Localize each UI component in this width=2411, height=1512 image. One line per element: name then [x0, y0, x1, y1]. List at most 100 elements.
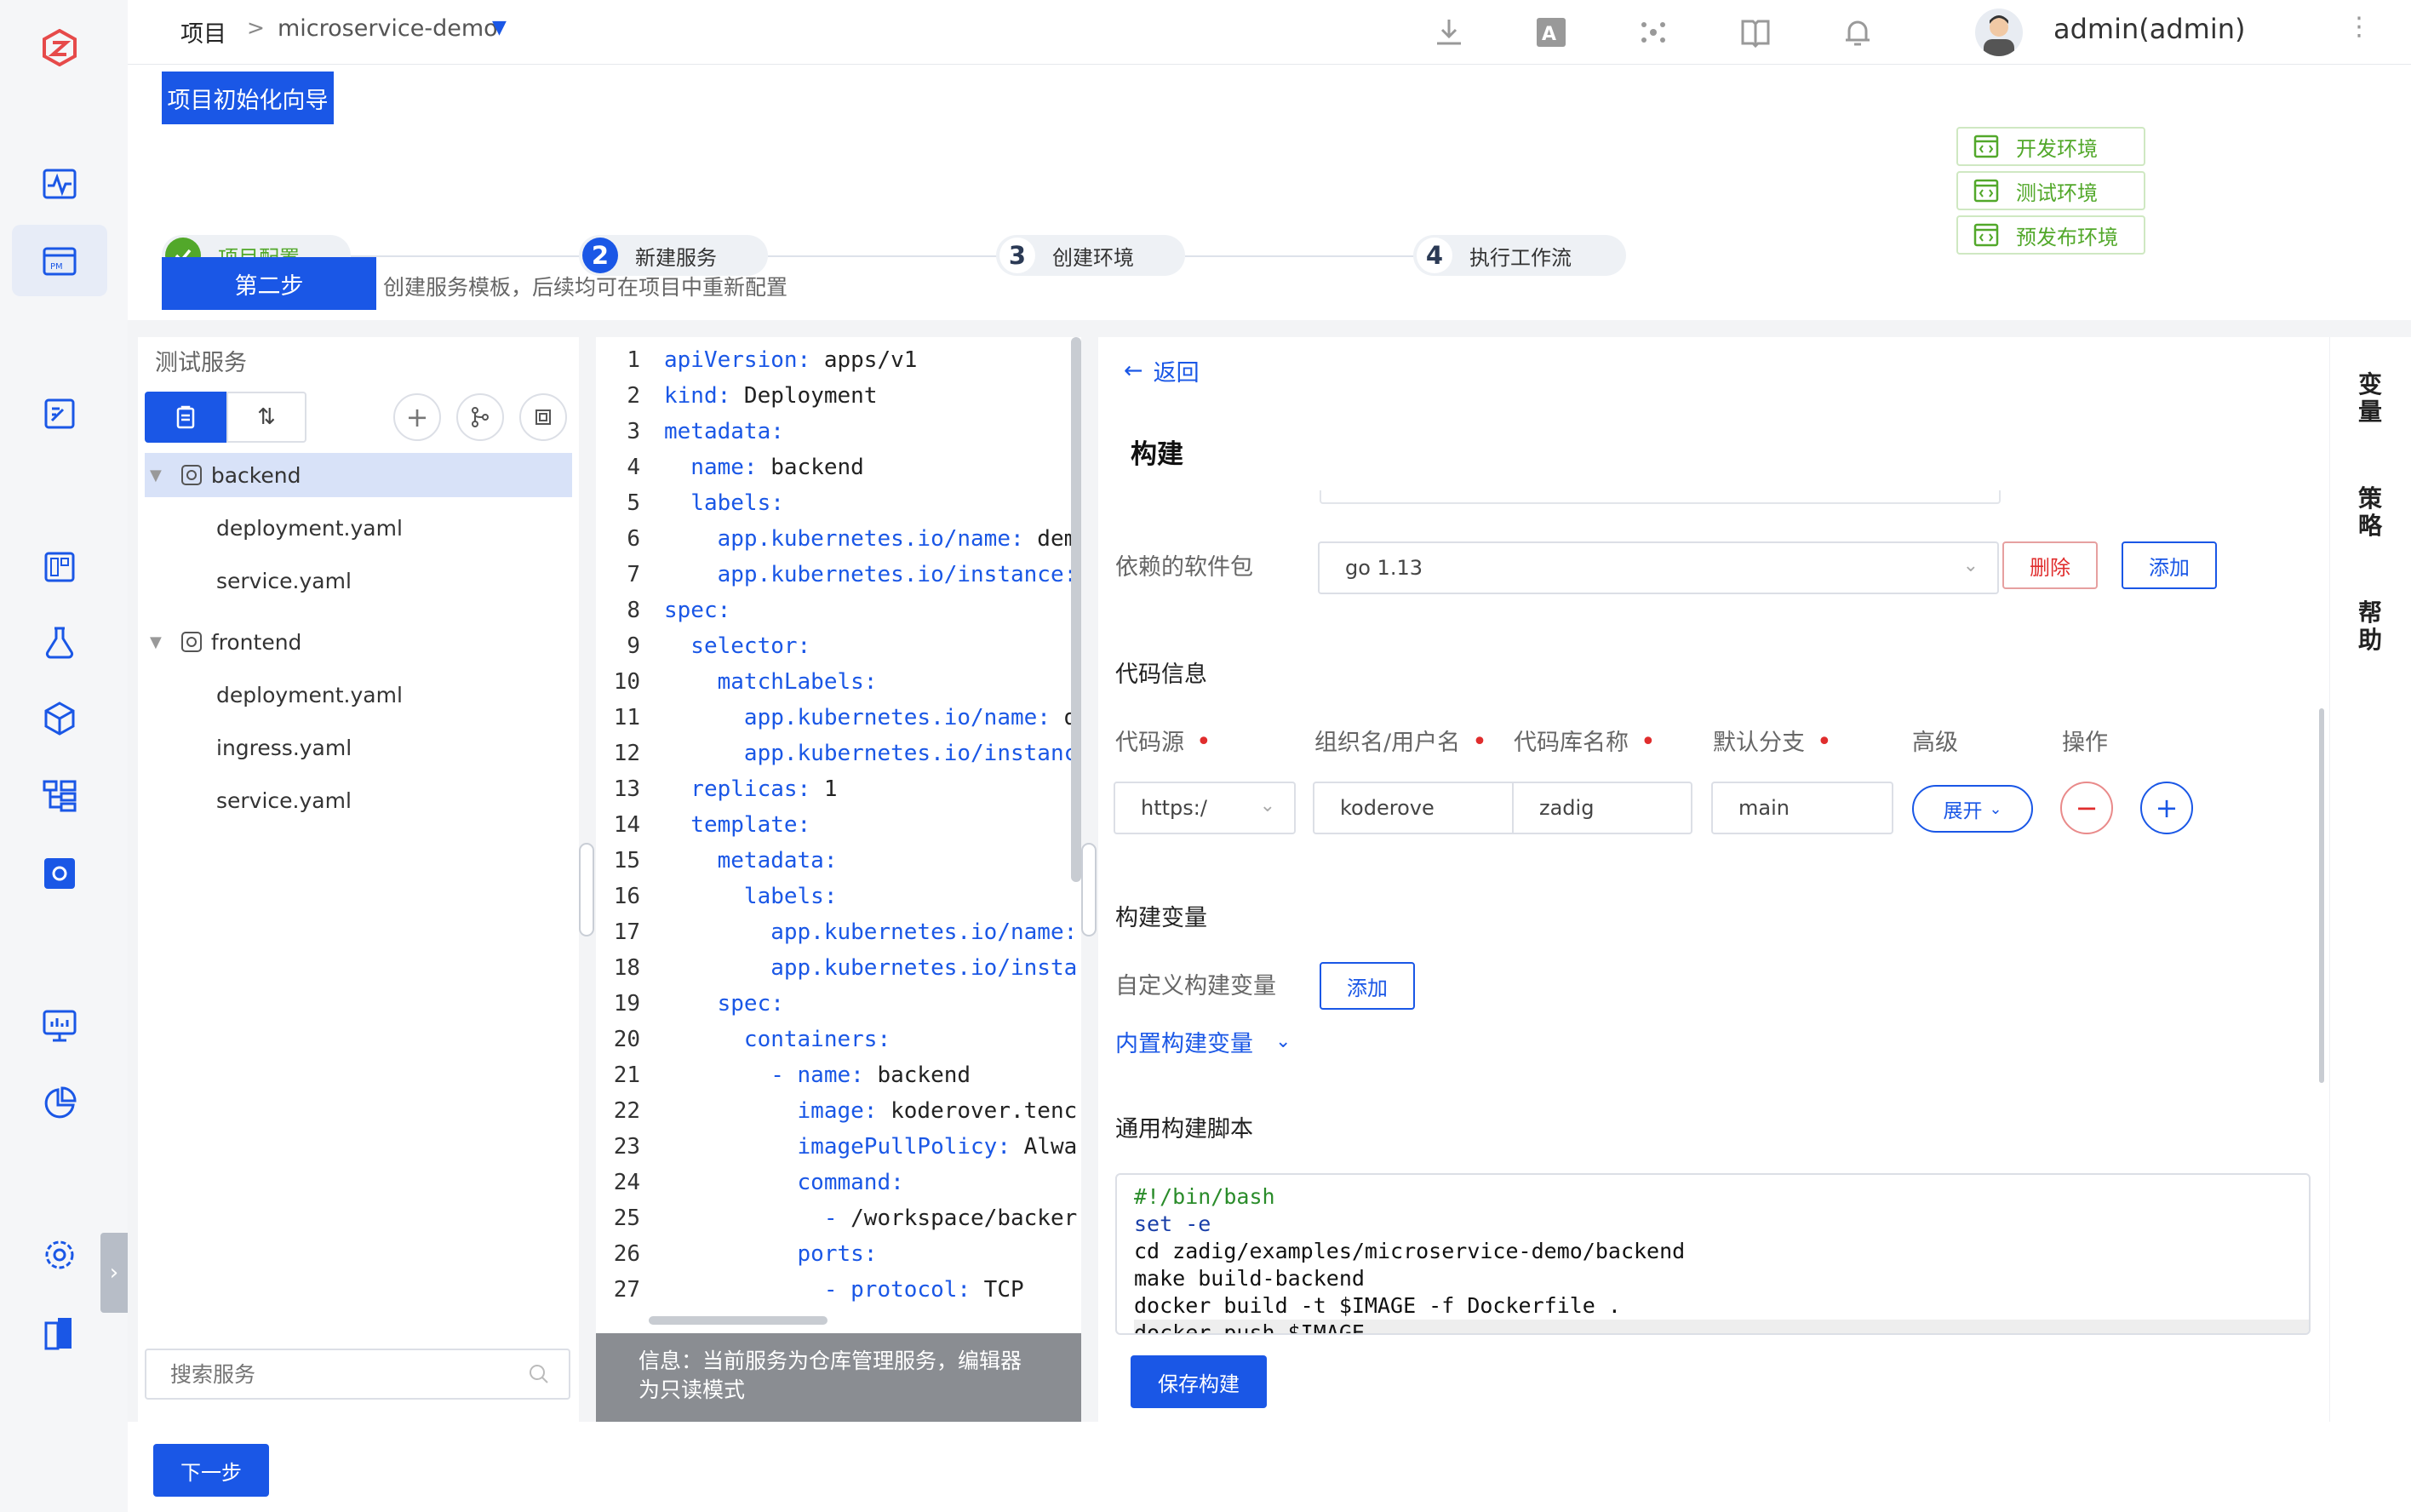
tree-label: backend [210, 462, 301, 488]
add-service-button[interactable]: + [393, 393, 441, 441]
code-source-select[interactable]: https:/ ⌄ [1114, 782, 1296, 834]
env-staging-button[interactable]: 预发布环境 [1956, 215, 2145, 255]
editor-vertical-scrollbar[interactable] [1071, 337, 1081, 882]
settings-box-icon[interactable] [32, 846, 87, 901]
line-number: 24 [613, 1170, 640, 1195]
org-input[interactable]: koderove [1313, 782, 1514, 834]
builtin-vars-toggle[interactable]: 内置构建变量 ⌄ [1115, 1025, 1291, 1058]
save-build-button[interactable]: 保存构建 [1131, 1355, 1267, 1408]
build-script-editor[interactable]: #!/bin/bash set -e cd zadig/examples/mic… [1115, 1173, 2311, 1335]
more-vertical-icon[interactable]: ⋮ [2346, 12, 2372, 42]
test-flask-icon[interactable] [32, 615, 87, 669]
add-custom-var-button[interactable]: 添加 [1320, 962, 1415, 1010]
yaml-editor[interactable]: 1 apiVersion: apps/v1 2 kind: Deployment 3 me… [596, 337, 1081, 1422]
delete-dep-button[interactable]: 删除 [2002, 541, 2098, 589]
tab-list-view[interactable] [145, 392, 226, 443]
code-window-icon [1973, 223, 1999, 247]
chevron-down-icon[interactable]: ▼ [492, 17, 507, 38]
editor-horizontal-scrollbar[interactable] [649, 1316, 828, 1325]
step-create-env[interactable]: 3 创建环境 [996, 235, 1185, 276]
tree-row-file[interactable]: ingress.yaml [145, 725, 572, 770]
env-dev-button[interactable]: 开发环境 [1956, 127, 2145, 166]
breadcrumb-root[interactable]: 项目 [180, 15, 226, 49]
tab-help[interactable]: 帮助 [2356, 599, 2385, 654]
translate-icon[interactable]: A [1531, 12, 1572, 53]
git-branch-button[interactable] [456, 393, 504, 441]
tree-row-file[interactable]: service.yaml [145, 558, 572, 603]
line-number: 2 [627, 383, 640, 409]
enterprise-icon[interactable] [32, 1306, 87, 1360]
line-number: 16 [613, 884, 640, 909]
next-step-button[interactable]: 下一步 [153, 1444, 269, 1497]
zadig-logo-icon[interactable] [32, 20, 87, 75]
expand-advanced-button[interactable]: 展开 ⌄ [1912, 785, 2033, 833]
template-icon[interactable] [32, 387, 87, 441]
plus-icon: + [2155, 792, 2179, 824]
nav-expand-handle[interactable]: › [100, 1233, 128, 1313]
tab-sort[interactable]: ⇅ [226, 392, 306, 443]
yaml-key: app.kubernetes.io/instance: [664, 562, 1078, 587]
code-text: containers: [664, 1022, 891, 1057]
plugin-dots-icon[interactable] [1633, 12, 1674, 53]
tree-row-file[interactable]: deployment.yaml [145, 673, 572, 717]
search-input[interactable] [170, 1361, 511, 1387]
yaml-key: spec: [664, 598, 731, 623]
build-icon[interactable] [32, 540, 87, 594]
environment-icon[interactable] [32, 768, 87, 822]
yaml-key: labels: [664, 490, 784, 516]
notification-bell-icon[interactable] [1837, 12, 1878, 53]
overview-icon[interactable] [32, 157, 87, 211]
tree-row-file[interactable]: service.yaml [145, 778, 572, 822]
tab-variables[interactable]: 变量 [2356, 371, 2385, 426]
env-label: 预发布环境 [2016, 225, 2118, 249]
tree-label: service.yaml [216, 788, 352, 813]
import-button[interactable] [519, 393, 567, 441]
artifact-cube-icon[interactable] [32, 691, 87, 746]
add-repo-button[interactable]: + [2140, 782, 2193, 834]
monitor-icon[interactable] [32, 998, 87, 1052]
script-line: #!/bin/bash [1134, 1184, 1275, 1209]
add-dep-button[interactable]: 添加 [2122, 541, 2217, 589]
code-text: image: koderover.tenc [664, 1093, 1078, 1129]
plus-icon: + [405, 401, 429, 433]
breadcrumb-project[interactable]: microservice-demo [278, 15, 498, 42]
yaml-key: metadata: [664, 419, 784, 444]
expand-label: 展开 [1943, 800, 1983, 822]
tree-row-service[interactable]: ▼ backend [145, 453, 572, 497]
code-text: spec: [664, 593, 730, 628]
step-run-workflow[interactable]: 4 执行工作流 [1413, 235, 1626, 276]
deps-select[interactable]: go 1.13 ⌄ [1318, 541, 1999, 594]
docs-book-icon[interactable] [1735, 12, 1776, 53]
yaml-key: name: [664, 455, 758, 480]
yaml-key: selector: [664, 633, 811, 659]
code-text: app.kubernetes.io/instance: [664, 557, 1078, 593]
download-icon[interactable] [1429, 12, 1469, 53]
script-line: cd zadig/examples/microservice-demo/back… [1134, 1239, 1686, 1263]
system-settings-icon[interactable] [32, 1228, 87, 1282]
back-link[interactable]: ← 返回 [1124, 354, 1200, 387]
tree-row-service[interactable]: ▼ frontend [145, 620, 572, 664]
branch-input[interactable]: main [1711, 782, 1893, 834]
panel-resize-handle[interactable] [579, 843, 594, 936]
username[interactable]: admin(admin) [2053, 13, 2246, 45]
statistics-pie-icon[interactable] [32, 1076, 87, 1131]
remove-repo-button[interactable]: − [2060, 782, 2113, 834]
yaml-key: - name: [664, 1062, 864, 1088]
repo-input[interactable]: zadig [1512, 782, 1692, 834]
line-number: 5 [627, 490, 640, 516]
tree-row-file[interactable]: deployment.yaml [145, 506, 572, 550]
search-service-box[interactable] [145, 1349, 570, 1400]
build-scrollbar[interactable] [2319, 708, 2324, 1083]
env-test-button[interactable]: 测试环境 [1956, 171, 2145, 210]
panel-resize-handle[interactable] [1081, 843, 1097, 936]
code-text: - /workspace/backer [664, 1200, 1077, 1236]
back-label: 返回 [1153, 360, 1200, 387]
yaml-key: kind: [664, 383, 731, 409]
project-pm-icon[interactable]: PM [32, 233, 87, 288]
tab-policy[interactable]: 策略 [2356, 485, 2385, 540]
tree-label: deployment.yaml [216, 682, 403, 707]
step-new-service[interactable]: 2 新建服务 [579, 235, 768, 276]
avatar[interactable] [1975, 9, 2023, 56]
clipboard-icon [176, 405, 195, 429]
wizard-title: 项目初始化向导 [162, 72, 334, 124]
